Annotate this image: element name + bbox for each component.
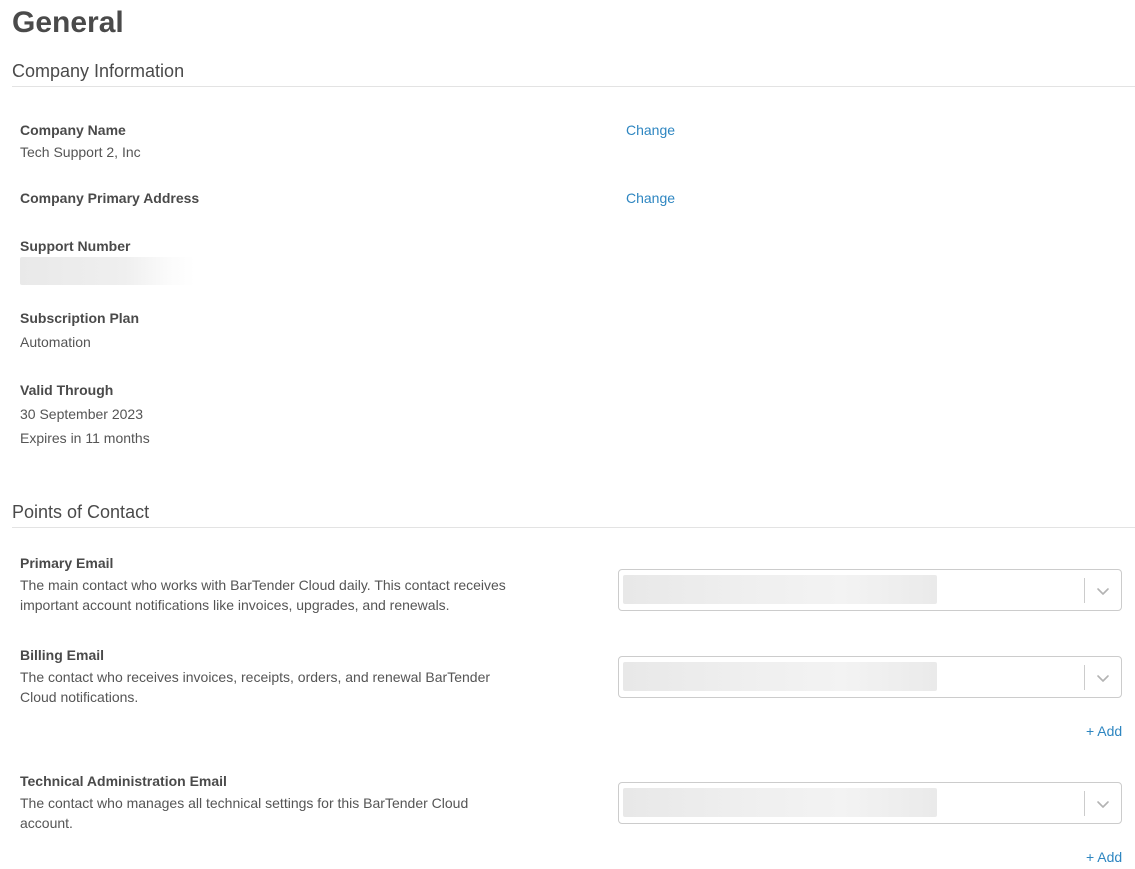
support-number-label: Support Number (20, 238, 131, 254)
chevron-down-icon[interactable] (1095, 796, 1111, 812)
company-name-value: Tech Support 2, Inc (20, 144, 141, 160)
select-separator (1084, 791, 1085, 816)
primary-address-label: Company Primary Address (20, 190, 200, 206)
chevron-down-icon[interactable] (1095, 583, 1111, 599)
expires-text: Expires in 11 months (20, 430, 150, 446)
company-information-heading: Company Information (12, 61, 185, 81)
change-company-name-link[interactable]: Change (626, 122, 675, 138)
company-name-label: Company Name (20, 122, 126, 138)
add-billing-email-link[interactable]: + Add (1086, 723, 1122, 739)
points-of-contact-heading: Points of Contact (12, 502, 150, 522)
add-technical-email-link[interactable]: + Add (1086, 849, 1122, 865)
billing-email-description: The contact who receives invoices, recei… (20, 669, 491, 705)
subscription-plan-value: Automation (20, 334, 91, 350)
technical-email-label: Technical Administration Email (20, 773, 227, 789)
primary-email-select[interactable] (618, 569, 1122, 611)
primary-email-redacted-value (623, 575, 937, 604)
technical-email-description: The contact who manages all technical se… (20, 795, 469, 831)
technical-email-redacted-value (623, 788, 937, 817)
billing-email-redacted-value (623, 662, 937, 691)
valid-through-date: 30 September 2023 (20, 406, 143, 422)
company-information-divider (12, 86, 1135, 87)
change-primary-address-link[interactable]: Change (626, 190, 675, 206)
valid-through-label: Valid Through (20, 382, 114, 398)
primary-email-label: Primary Email (20, 555, 114, 571)
page-title: General (12, 6, 124, 39)
primary-email-description: The main contact who works with BarTende… (20, 577, 506, 613)
subscription-plan-label: Subscription Plan (20, 310, 140, 326)
billing-email-label: Billing Email (20, 647, 105, 663)
chevron-down-icon[interactable] (1095, 670, 1111, 686)
support-number-redacted (20, 257, 195, 285)
points-of-contact-divider (12, 527, 1135, 528)
select-separator (1084, 578, 1085, 603)
select-separator (1084, 665, 1085, 690)
technical-email-select[interactable] (618, 782, 1122, 824)
billing-email-select[interactable] (618, 656, 1122, 698)
